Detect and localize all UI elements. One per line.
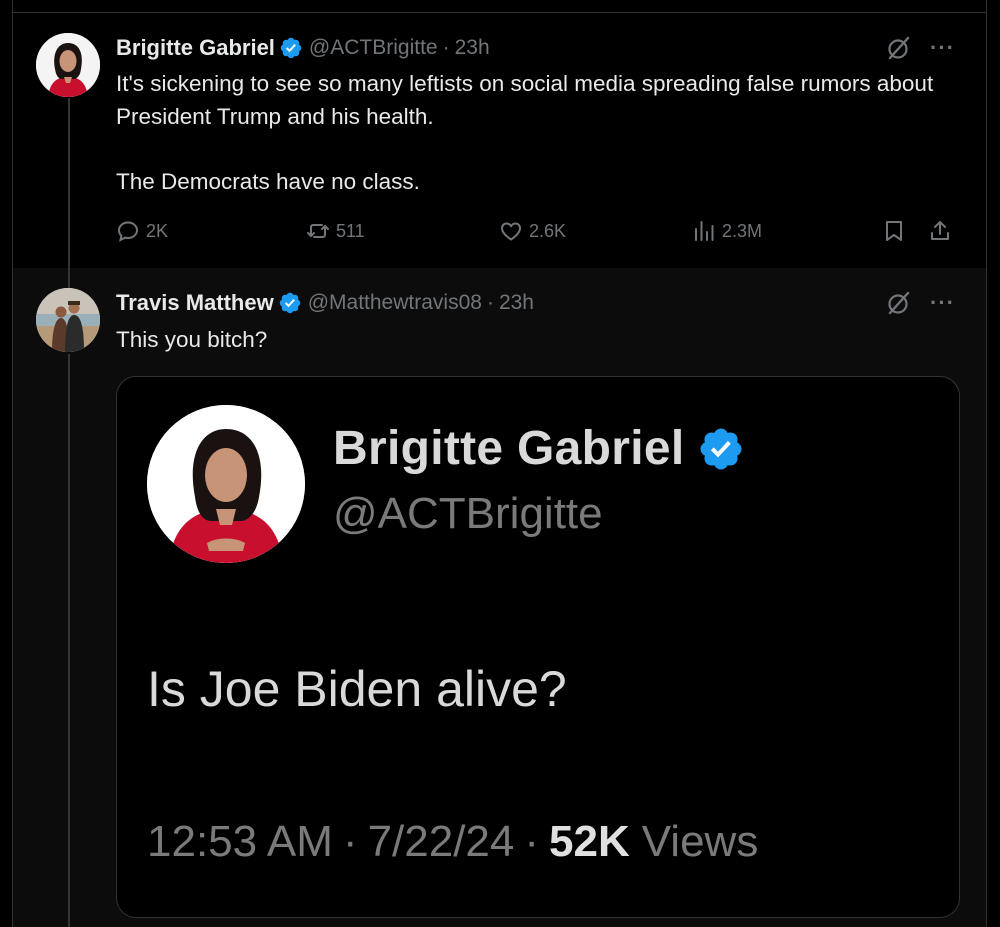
reply-count: 2K [146,220,169,241]
embed-views-label: Views [641,817,759,866]
like-count: 2.6K [529,220,567,241]
grok-icon[interactable] [886,290,912,316]
separator-dot: · [442,36,450,59]
verified-badge-icon[interactable] [278,291,302,315]
tweet-text: It's sickening to see so many leftists o… [116,71,934,194]
verified-badge-icon[interactable] [279,36,303,60]
embed-tweet-text: Is Joe Biden alive? [147,661,567,717]
grok-icon[interactable] [886,35,912,61]
separator-dot: · [486,291,494,314]
embed-views-count: 52K [549,817,630,866]
avatar-woman-red-dress-icon [147,405,305,563]
author-display-name[interactable]: Brigitte Gabriel [116,35,275,61]
reply-button[interactable]: 2K [116,219,168,243]
like-button[interactable]: 2.6K [499,219,566,243]
author-handle[interactable]: @ACTBrigitte [309,36,438,60]
author-display-name[interactable]: Travis Matthew [116,290,274,316]
tweet-top-actions: ··· [886,35,955,61]
avatar[interactable] [36,33,100,97]
more-icon[interactable]: ··· [930,37,955,59]
embed-avatar [147,405,305,563]
bookmark-icon [886,221,902,241]
thread-connector-line [68,98,70,268]
column-border-right [986,0,987,927]
repost-icon [307,224,329,238]
timeline-frame: Brigitte Gabriel @ACTBrigitte · 23h ··· … [0,0,1000,927]
thread-connector-line [68,354,70,927]
avatar[interactable] [36,288,100,352]
more-icon[interactable]: ··· [930,292,955,314]
bookmark-button[interactable] [882,219,912,243]
separator-dot: · [524,817,540,866]
reply-icon [117,221,139,242]
repost-count: 511 [336,220,365,241]
tweet-action-bar: 2K 511 2.6K 2.3M [116,219,962,251]
share-button[interactable] [928,219,958,243]
avatar-couple-beach-icon [36,288,100,352]
embed-display-name: Brigitte Gabriel [333,422,685,475]
tweet-header: Brigitte Gabriel @ACTBrigitte · 23h [116,35,490,61]
embed-meta: 12:53 AM · 7/22/24 · 52K Views [147,817,758,867]
embed-date: 7/22/24 [367,817,515,866]
reply-top-actions: ··· [886,290,955,316]
verified-badge-icon [697,425,745,473]
like-icon [500,222,522,241]
tweet-time[interactable]: 23h [499,291,534,315]
views-count: 2.3M [722,220,763,241]
reply-text: This you bitch? [116,327,268,352]
embed-header: Brigitte Gabriel [333,421,745,476]
views-button[interactable]: 2.3M [692,219,762,243]
embed-handle: @ACTBrigitte [333,489,603,538]
separator-dot: · [342,817,358,866]
repost-button[interactable]: 511 [306,219,365,243]
tweet-time[interactable]: 23h [455,36,490,60]
reply-header: Travis Matthew @Matthewtravis08 · 23h [116,290,534,316]
thread-connector-line-top [68,268,70,288]
embed-time: 12:53 AM [147,817,333,866]
author-handle[interactable]: @Matthewtravis08 [308,291,482,315]
views-icon [695,221,714,241]
attached-image[interactable]: Brigitte Gabriel @ACTBrigitte Is Joe Bid… [116,376,960,918]
tweet-original[interactable]: Brigitte Gabriel @ACTBrigitte · 23h ··· … [13,13,986,268]
avatar-woman-red-dress-icon [36,33,100,97]
share-icon [931,221,949,240]
